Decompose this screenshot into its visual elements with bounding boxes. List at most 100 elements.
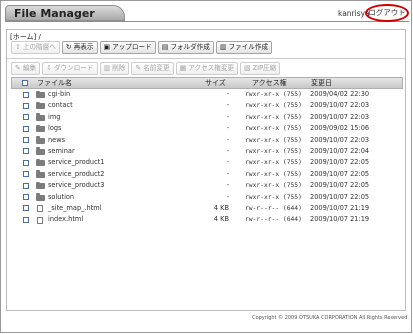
select-all-checkbox[interactable]	[22, 80, 28, 86]
row-size: -	[226, 158, 229, 167]
up-arrow-button[interactable]: ⇧ 上の階層へ	[11, 41, 60, 54]
delete-icon: ▥	[103, 64, 111, 72]
row-name[interactable]: service_product1	[48, 157, 104, 168]
table-row[interactable]: _site_map_.html 4 KB rw-r--r-- (644) 2009/1…	[11, 203, 403, 214]
row-date: 2009/04/02 22:30	[310, 90, 370, 98]
table-row[interactable]: logs - rwxr-xr-x (755) 2009/09/02 15:06	[11, 123, 403, 134]
delete-button[interactable]: ▥ 削除	[99, 62, 130, 75]
row-date: 2009/10/07 22:03	[310, 101, 370, 110]
permission-icon: ▦	[179, 64, 187, 72]
folder-icon	[36, 113, 45, 121]
row-checkbox[interactable]	[23, 91, 29, 98]
row-name[interactable]: cgi-bin	[48, 89, 70, 100]
row-checkbox[interactable]	[23, 194, 29, 201]
row-checkbox[interactable]	[23, 102, 29, 109]
folder-create-button[interactable]: ▤ フォルダ作成	[157, 41, 214, 54]
row-checkbox[interactable]	[23, 137, 29, 144]
button-label: ZIP圧縮	[252, 64, 277, 72]
header-permission[interactable]: アクセス権	[252, 78, 287, 88]
upload-icon: ▣	[103, 43, 111, 51]
toolbar-selection: ✎ 編集 ⇩ ダウンロード ▥ 削除 ✎ 名前変更 ▦ アクセス権変更 ▧ ZIP圧縮	[11, 62, 281, 76]
edit-button[interactable]: ✎ 編集	[11, 62, 41, 75]
row-size: -	[226, 101, 229, 110]
row-size: 4 KB	[213, 215, 229, 224]
row-permission: rwxr-xr-x (755)	[245, 136, 302, 144]
button-label: ダウンロード	[53, 64, 94, 72]
row-date: 2009/10/07 22:05	[310, 169, 370, 178]
header-name[interactable]: ファイル名	[37, 78, 72, 88]
row-name[interactable]: index.html	[48, 214, 83, 225]
row-permission: rwxr-xr-x (755)	[245, 170, 302, 178]
table-row[interactable]: cgi-bin - rwxr-xr-x (755) 2009/04/02 22:30	[11, 89, 403, 100]
download-icon: ⇩	[46, 64, 52, 72]
header-date[interactable]: 変更日	[311, 78, 332, 88]
toolbar-divider	[7, 58, 405, 59]
row-permission: rwxr-xr-x (755)	[245, 125, 302, 133]
file-icon	[37, 205, 43, 213]
row-name[interactable]: seminar	[48, 146, 75, 157]
row-name[interactable]: service_product2	[48, 169, 104, 180]
folder-icon	[36, 101, 45, 110]
row-date: 2009/10/07 22:04	[310, 146, 370, 155]
row-size: -	[226, 124, 229, 133]
row-permission: rwxr-xr-x (755)	[245, 147, 302, 155]
row-checkbox[interactable]	[23, 125, 29, 132]
row-name[interactable]: logs	[48, 123, 62, 134]
row-size: -	[226, 181, 229, 190]
file-table-header: ファイル名 サイズ アクセス権 変更日	[11, 77, 403, 89]
table-row[interactable]: news - rwxr-xr-x (755) 2009/10/07 22:03	[11, 135, 403, 146]
folder-icon	[36, 181, 45, 190]
refresh-button[interactable]: ↻ 再表示	[61, 41, 98, 54]
file-create-icon: ▥	[219, 43, 227, 51]
row-permission: rwxr-xr-x (755)	[245, 159, 302, 167]
row-permission: rwxr-xr-x (755)	[245, 182, 302, 190]
folder-icon	[36, 124, 45, 133]
row-checkbox[interactable]	[23, 114, 29, 121]
row-name[interactable]: service_product3	[48, 180, 104, 191]
table-row[interactable]: service_product2 - rwxr-xr-x (755) 2009/10/…	[11, 169, 403, 180]
logout-link[interactable]: ログアウト	[365, 4, 409, 22]
table-row[interactable]: service_product3 - rwxr-xr-x (755) 2009/10/…	[11, 180, 403, 191]
folder-icon	[36, 170, 45, 178]
row-name[interactable]: _site_map_.html	[48, 203, 102, 214]
table-row[interactable]: index.html 4 KB rw-r--r-- (644) 2009/10/07 …	[11, 214, 403, 225]
table-row[interactable]: contact - rwxr-xr-x (755) 2009/10/07 22:03	[11, 100, 403, 111]
row-checkbox[interactable]	[23, 171, 29, 178]
edit-icon: ✎	[15, 64, 21, 72]
row-size: -	[226, 112, 229, 121]
row-permission: rwxr-xr-x (755)	[245, 91, 302, 98]
row-checkbox[interactable]	[23, 159, 29, 166]
button-label: 再表示	[73, 43, 94, 51]
folder-icon	[36, 158, 45, 167]
row-checkbox[interactable]	[23, 216, 29, 223]
row-name[interactable]: contact	[48, 100, 73, 111]
upload-button[interactable]: ▣ アップロード	[99, 41, 156, 54]
zip-icon: ▧	[244, 64, 251, 72]
table-row[interactable]: service_product1 - rwxr-xr-x (755) 2009/10/…	[11, 157, 403, 168]
row-permission: rwxr-xr-x (755)	[245, 113, 302, 121]
refresh-icon: ↻	[65, 43, 72, 51]
row-checkbox[interactable]	[23, 205, 29, 212]
table-row[interactable]: seminar - rwxr-xr-x (755) 2009/10/07 22:04	[11, 146, 403, 157]
zip-button[interactable]: ▧ ZIP圧縮	[240, 62, 281, 75]
table-row[interactable]: img - rwxr-xr-x (755) 2009/10/07 22:03	[11, 112, 403, 123]
row-permission: rwxr-xr-x (755)	[245, 193, 302, 201]
button-label: アクセス権変更	[188, 64, 235, 72]
file-table-body: cgi-bin - rwxr-xr-x (755) 2009/04/02 22:30 c…	[11, 89, 403, 226]
permission-button[interactable]: ▦ アクセス権変更	[175, 62, 239, 75]
row-checkbox[interactable]	[23, 182, 29, 189]
rename-icon: ✎	[135, 64, 142, 72]
copyright: Copyright © 2009 OTSUKA CORPORATION All …	[252, 315, 409, 321]
download-button[interactable]: ⇩ ダウンロード	[42, 62, 98, 75]
header-size[interactable]: サイズ	[205, 78, 226, 88]
button-label: 編集	[22, 64, 37, 72]
row-name[interactable]: img	[48, 112, 60, 123]
row-name[interactable]: solution	[48, 192, 74, 203]
row-name[interactable]: news	[48, 135, 65, 146]
row-permission: rw-r--r-- (644)	[245, 204, 302, 212]
rename-button[interactable]: ✎ 名前変更	[131, 62, 174, 75]
file-create-button[interactable]: ▥ ファイル作成	[215, 41, 273, 54]
row-date: 2009/09/02 15:06	[310, 124, 370, 133]
row-checkbox[interactable]	[23, 148, 29, 155]
table-row[interactable]: solution - rwxr-xr-x (755) 2009/10/07 22:05	[11, 192, 403, 203]
